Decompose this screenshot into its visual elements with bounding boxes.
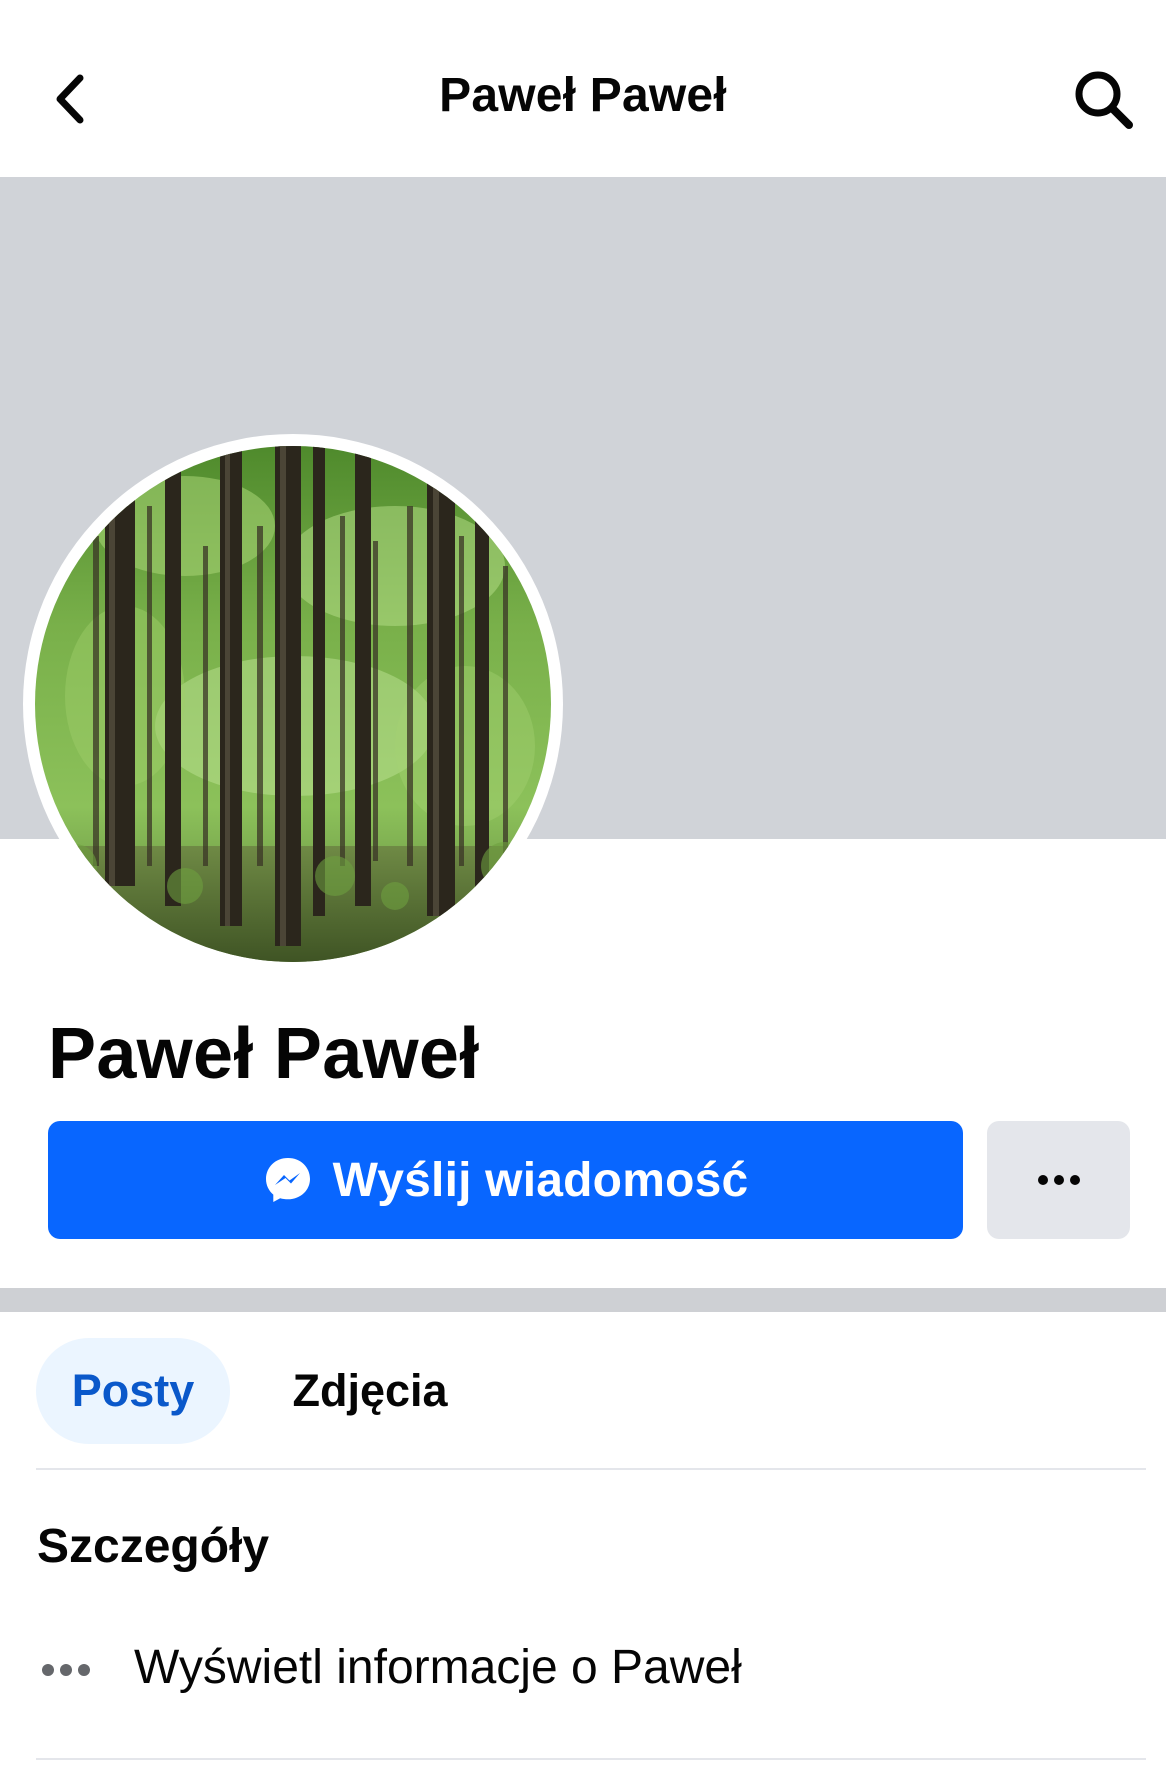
details-about-row[interactable]: Wyświetl informacje o Paweł	[0, 1630, 1166, 1710]
tab-photos[interactable]: Zdjęcia	[270, 1338, 470, 1444]
section-divider	[0, 1288, 1166, 1312]
send-message-label: Wyślij wiadomość	[332, 1153, 749, 1207]
send-message-button[interactable]: Wyślij wiadomość	[48, 1121, 963, 1239]
forest-photo	[35, 446, 551, 962]
search-button[interactable]	[1070, 66, 1138, 134]
search-icon	[1075, 71, 1133, 129]
messenger-icon	[265, 1158, 310, 1202]
details-about-label: Wyświetl informacje o Paweł	[134, 1641, 742, 1694]
more-horizontal-icon	[42, 1664, 90, 1676]
top-navigation-bar: Paweł Paweł	[0, 0, 1166, 177]
tab-posts[interactable]: Posty	[36, 1338, 230, 1444]
more-options-button[interactable]	[987, 1121, 1130, 1239]
avatar[interactable]	[35, 446, 551, 962]
more-horizontal-icon	[1037, 1175, 1080, 1185]
tabs-divider	[36, 1468, 1146, 1470]
details-heading: Szczegóły	[37, 1520, 270, 1573]
bottom-divider	[36, 1758, 1146, 1760]
profile-name: Paweł Paweł	[48, 1014, 480, 1094]
page-title: Paweł Paweł	[439, 69, 727, 122]
